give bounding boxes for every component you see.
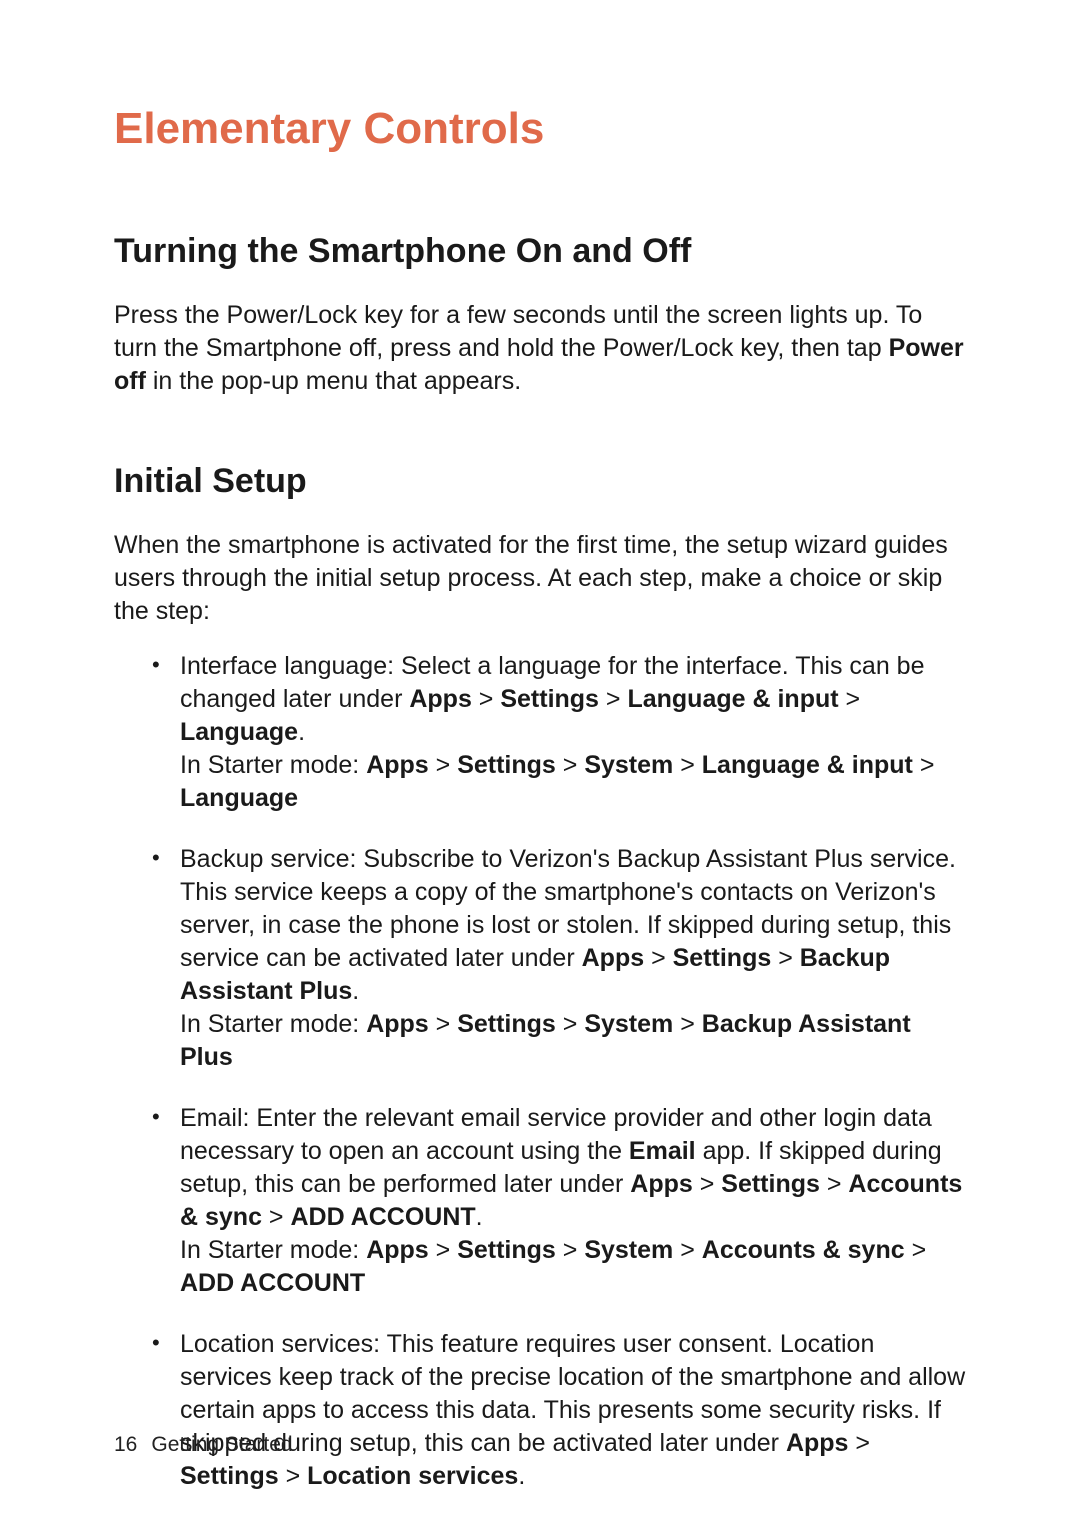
path-sep: > xyxy=(429,1010,458,1038)
path-sep: > xyxy=(693,1170,722,1198)
path-segment: Apps xyxy=(409,685,472,713)
path-segment: Apps xyxy=(366,1236,429,1264)
path-sep: > xyxy=(673,1010,702,1038)
path-sep: > xyxy=(262,1203,291,1231)
path-sep: > xyxy=(673,751,702,779)
path-segment: Language xyxy=(180,718,298,746)
mid-bold: Email xyxy=(629,1137,696,1165)
path-segment: Settings xyxy=(721,1170,820,1198)
path-sep: > xyxy=(472,685,501,713)
chapter-title: Elementary Controls xyxy=(114,104,970,154)
starter-prefix: In Starter mode: xyxy=(180,1010,366,1038)
path-sep: > xyxy=(279,1462,308,1490)
para-text: Press the Power/Lock key for a few secon… xyxy=(114,301,922,362)
path-sep: > xyxy=(429,1236,458,1264)
path-segment: Accounts & sync xyxy=(702,1236,905,1264)
starter-prefix: In Starter mode: xyxy=(180,751,366,779)
path-sep: > xyxy=(556,1010,585,1038)
path-segment: Apps xyxy=(366,751,429,779)
path-segment: Settings xyxy=(457,751,556,779)
path-segment: Settings xyxy=(500,685,599,713)
item-tail: . xyxy=(352,977,359,1005)
path-sep: > xyxy=(556,1236,585,1264)
section-intro-setup: When the smartphone is activated for the… xyxy=(114,529,970,628)
page-footer: 16 Getting Started xyxy=(114,1433,293,1457)
path-segment: Settings xyxy=(180,1462,279,1490)
document-page: Elementary Controls Turning the Smartpho… xyxy=(0,0,1080,1521)
path-sep: > xyxy=(913,751,935,779)
section-heading-power: Turning the Smartphone On and Off xyxy=(114,232,970,271)
path-segment: ADD ACCOUNT xyxy=(290,1203,475,1231)
path-segment: Language & input xyxy=(627,685,838,713)
path-segment: Language & input xyxy=(702,751,913,779)
page-number: 16 xyxy=(114,1433,137,1456)
section-heading-setup: Initial Setup xyxy=(114,462,970,501)
path-segment: Language xyxy=(180,784,298,812)
para-text: in the pop-up menu that appears. xyxy=(146,367,521,395)
path-segment: Settings xyxy=(457,1236,556,1264)
path-segment: System xyxy=(584,751,673,779)
path-sep: > xyxy=(771,944,800,972)
footer-section: Getting Started xyxy=(151,1433,292,1456)
path-segment: Location services xyxy=(307,1462,518,1490)
path-segment: ADD ACCOUNT xyxy=(180,1269,365,1297)
item-tail: . xyxy=(298,718,305,746)
item-tail: . xyxy=(476,1203,483,1231)
path-sep: > xyxy=(429,751,458,779)
list-item: Backup service: Subscribe to Verizon's B… xyxy=(152,843,970,1074)
path-segment: Apps xyxy=(366,1010,429,1038)
path-segment: Apps xyxy=(786,1429,849,1457)
path-segment: Apps xyxy=(582,944,645,972)
starter-prefix: In Starter mode: xyxy=(180,1236,366,1264)
item-tail: . xyxy=(518,1462,525,1490)
path-sep: > xyxy=(820,1170,849,1198)
path-sep: > xyxy=(644,944,673,972)
path-sep: > xyxy=(599,685,628,713)
path-segment: System xyxy=(584,1236,673,1264)
path-segment: Settings xyxy=(457,1010,556,1038)
path-sep: > xyxy=(673,1236,702,1264)
list-item: Location services: This feature requires… xyxy=(152,1328,970,1493)
list-item: Interface language: Select a language fo… xyxy=(152,650,970,815)
setup-list: Interface language: Select a language fo… xyxy=(152,650,970,1493)
path-sep: > xyxy=(848,1429,870,1457)
path-sep: > xyxy=(839,685,861,713)
section-para-power: Press the Power/Lock key for a few secon… xyxy=(114,299,970,398)
path-segment: System xyxy=(584,1010,673,1038)
path-segment: Settings xyxy=(673,944,772,972)
list-item: Email: Enter the relevant email service … xyxy=(152,1102,970,1300)
path-segment: Apps xyxy=(630,1170,693,1198)
path-sep: > xyxy=(556,751,585,779)
path-sep: > xyxy=(905,1236,927,1264)
